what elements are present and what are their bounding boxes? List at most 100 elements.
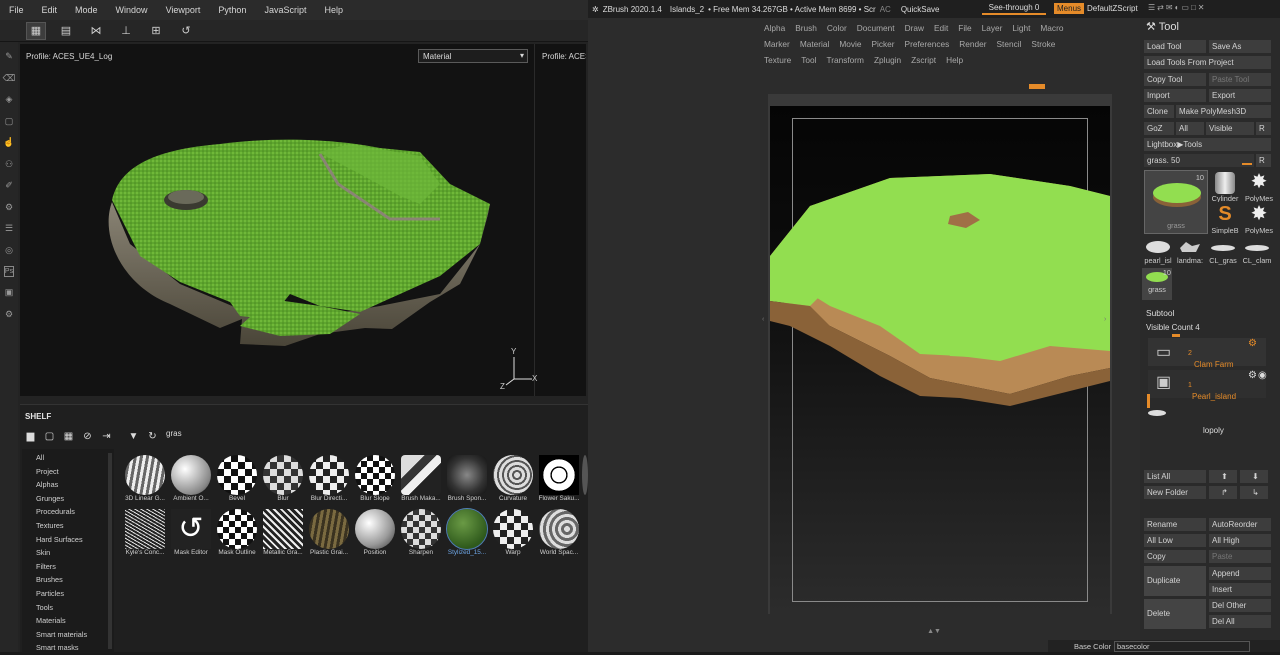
eye-icon[interactable]: ◉ bbox=[1258, 370, 1267, 381]
cylinder-tool-thumb[interactable]: Cylinder bbox=[1208, 170, 1242, 202]
menu-edit[interactable]: Edit bbox=[33, 5, 67, 15]
grass-tool-thumb[interactable]: 10 grass bbox=[1142, 268, 1172, 300]
subtool-lopoly-name[interactable]: lopoly bbox=[1203, 426, 1224, 435]
category-item[interactable]: Skin bbox=[36, 546, 114, 560]
del-all-button[interactable]: Del All bbox=[1209, 615, 1271, 628]
move-up-icon[interactable]: ⬆ bbox=[1209, 470, 1237, 483]
menu-picker[interactable]: Picker bbox=[871, 39, 894, 49]
see-through-slider[interactable]: See-through 0 bbox=[982, 3, 1046, 15]
folder-icon[interactable]: ▆ bbox=[22, 431, 39, 442]
zbrush-canvas[interactable]: ‹ › bbox=[762, 106, 1110, 614]
calendar-icon[interactable]: ▦ bbox=[60, 431, 77, 442]
duplicate-button[interactable]: Duplicate bbox=[1144, 566, 1206, 596]
insert-button[interactable]: Insert bbox=[1209, 583, 1271, 596]
subtool-header[interactable]: Subtool bbox=[1140, 308, 1280, 318]
shelf-item[interactable]: Kyle's Conc... bbox=[122, 507, 168, 559]
history-icon[interactable]: ↺ bbox=[176, 22, 196, 40]
gear-icon[interactable]: ⚙ bbox=[5, 304, 13, 326]
current-tool-slider[interactable]: grass. 50 bbox=[1144, 154, 1254, 167]
shelf-item[interactable]: Blur Slope bbox=[352, 453, 398, 505]
menu-preferences[interactable]: Preferences bbox=[905, 39, 950, 49]
new-icon[interactable]: ▢ bbox=[41, 431, 58, 442]
menu-mode[interactable]: Mode bbox=[66, 5, 107, 15]
menu-file[interactable]: File bbox=[958, 23, 971, 33]
all-low-button[interactable]: All Low bbox=[1144, 534, 1206, 547]
settings-icon[interactable]: ⚙ bbox=[5, 197, 13, 219]
shelf-item[interactable]: Bevel bbox=[214, 453, 260, 505]
landmass-thumb[interactable]: landma: bbox=[1174, 238, 1206, 268]
symmetry-icon[interactable]: ⋈ bbox=[86, 22, 106, 40]
shelf-item[interactable]: Warp bbox=[490, 507, 536, 559]
subtool-pearl-island[interactable]: ▣ 1 Pearl_island ⚙ ◉ bbox=[1148, 370, 1267, 401]
menu-render[interactable]: Render bbox=[959, 39, 986, 49]
clone-icon[interactable]: ⚇ bbox=[5, 154, 13, 176]
bottom-shelf-handle[interactable]: ▲▼ bbox=[894, 628, 974, 635]
menu-edit[interactable]: Edit bbox=[934, 23, 948, 33]
projection-icon[interactable]: ◈ bbox=[6, 89, 13, 111]
load-tools-from-project-button[interactable]: Load Tools From Project bbox=[1144, 56, 1271, 69]
shelf-item[interactable]: Metallic Gra... bbox=[260, 507, 306, 559]
menu-viewport[interactable]: Viewport bbox=[157, 5, 210, 15]
menu-material[interactable]: Material bbox=[800, 39, 830, 49]
category-item[interactable]: Hard Surfaces bbox=[36, 533, 114, 547]
shelf-item[interactable]: Flower Saku... bbox=[536, 453, 582, 505]
all-high-button[interactable]: All High bbox=[1209, 534, 1271, 547]
category-item[interactable]: Alphas bbox=[36, 478, 114, 492]
left-collapse-icon[interactable]: ‹ bbox=[762, 316, 764, 323]
menu-texture[interactable]: Texture bbox=[764, 55, 791, 65]
shelf-item[interactable]: Mask Outline bbox=[214, 507, 260, 559]
goz-r-button[interactable]: R bbox=[1256, 122, 1271, 135]
shelf-item[interactable]: Blur bbox=[260, 453, 306, 505]
3d-viewport[interactable]: Profile: ACES_UE4_Log Material Profile: … bbox=[20, 44, 586, 396]
filter-icon[interactable]: ▼ bbox=[125, 431, 142, 442]
goz-button[interactable]: GoZ bbox=[1144, 122, 1174, 135]
polymesh-tool-thumb-2[interactable]: ✸ PolyMes bbox=[1242, 202, 1276, 234]
arrow-down-right-icon[interactable]: ↳ bbox=[1240, 486, 1268, 499]
shelf-search-input[interactable]: gras bbox=[166, 429, 182, 438]
gear-icon[interactable]: ⚙ bbox=[1248, 370, 1257, 381]
simplebrush-tool-thumb[interactable]: S SimpleB bbox=[1208, 202, 1242, 234]
menus-toggle-button[interactable]: Menus bbox=[1054, 3, 1085, 14]
category-item[interactable]: Smart masks bbox=[36, 641, 114, 655]
menu-help[interactable]: Help bbox=[315, 5, 352, 15]
import-button[interactable]: Import bbox=[1144, 89, 1206, 102]
category-item[interactable]: Project bbox=[36, 465, 114, 479]
category-item[interactable]: Brushes bbox=[36, 573, 114, 587]
category-item[interactable]: Materials bbox=[36, 614, 114, 628]
goz-visible-button[interactable]: Visible bbox=[1206, 122, 1254, 135]
import-icon[interactable]: ⇥ bbox=[98, 431, 115, 442]
menu-transform[interactable]: Transform bbox=[826, 55, 864, 65]
brush-icon[interactable]: ✎ bbox=[5, 46, 13, 68]
picker-icon[interactable]: ✐ bbox=[5, 175, 13, 197]
arrow-up-right-icon[interactable]: ↱ bbox=[1209, 486, 1237, 499]
active-tool-thumbnail[interactable]: 10 grass bbox=[1144, 170, 1208, 234]
make-polymesh-button[interactable]: Make PolyMesh3D bbox=[1176, 105, 1271, 118]
shelf-item[interactable]: Sharpen bbox=[398, 507, 444, 559]
save-as-button[interactable]: Save As bbox=[1209, 40, 1271, 53]
list-all-button[interactable]: List All bbox=[1144, 470, 1206, 483]
menu-zplugin[interactable]: Zplugin bbox=[874, 55, 901, 65]
menu-stroke[interactable]: Stroke bbox=[1031, 39, 1055, 49]
copy-tool-button[interactable]: Copy Tool bbox=[1144, 73, 1206, 86]
menu-stencil[interactable]: Stencil bbox=[997, 39, 1022, 49]
ps-icon[interactable]: Ps bbox=[3, 266, 15, 277]
load-tool-button[interactable]: Load Tool bbox=[1144, 40, 1206, 53]
export-icon[interactable]: ▣ bbox=[5, 282, 14, 304]
menu-alpha[interactable]: Alpha bbox=[764, 23, 785, 33]
menu-window[interactable]: Window bbox=[107, 5, 157, 15]
window-controls-icon[interactable]: ☰⇄✉◐▭□✕ bbox=[1148, 3, 1207, 12]
bake-icon[interactable]: ◎ bbox=[5, 240, 13, 262]
lightbox-tools-button[interactable]: Lightbox▶Tools bbox=[1144, 138, 1271, 151]
shelf-item[interactable]: World Spac... bbox=[536, 507, 582, 559]
category-item[interactable]: Grunges bbox=[36, 492, 114, 506]
menu-light[interactable]: Light bbox=[1012, 23, 1030, 33]
subtool-scroll-marker[interactable] bbox=[1147, 394, 1150, 408]
add-icon[interactable]: ⊞ bbox=[146, 22, 166, 40]
category-item[interactable]: All bbox=[36, 451, 114, 465]
shelf-item[interactable]: Brush Maka... bbox=[398, 453, 444, 505]
new-folder-button[interactable]: New Folder bbox=[1144, 486, 1206, 499]
append-button[interactable]: Append bbox=[1209, 567, 1271, 580]
goz-all-button[interactable]: All bbox=[1176, 122, 1204, 135]
tool-r-button[interactable]: R bbox=[1256, 154, 1271, 167]
smudge-icon[interactable]: ☝ bbox=[3, 132, 14, 154]
